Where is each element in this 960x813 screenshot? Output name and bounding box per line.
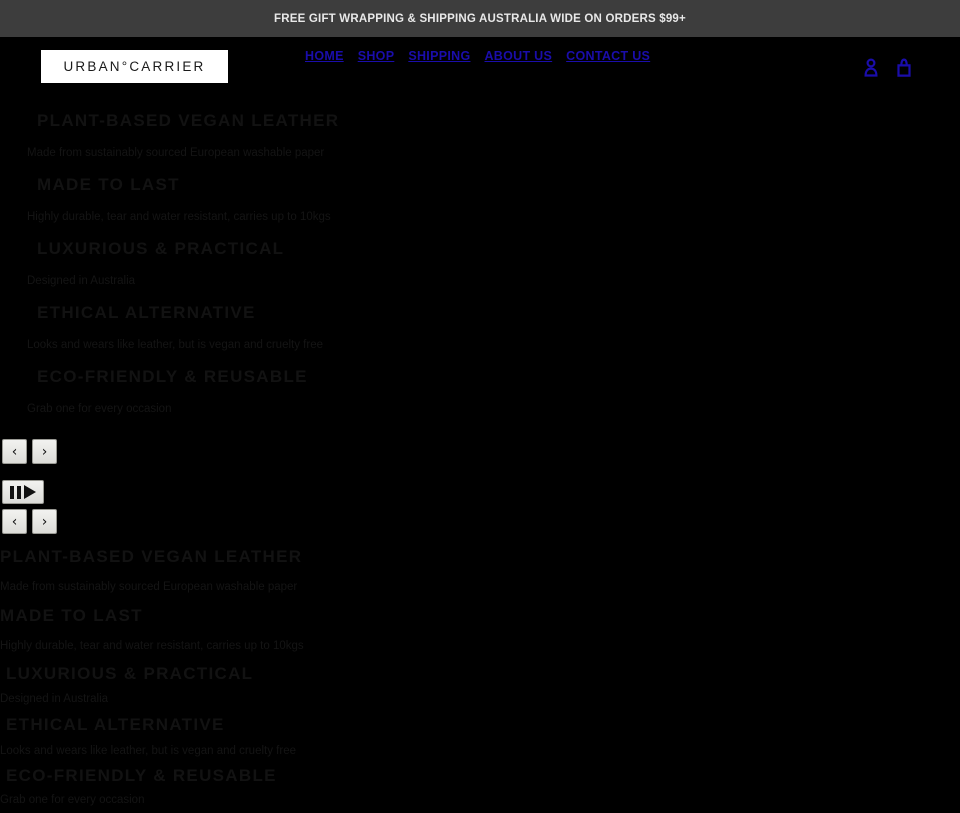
feature-item: Made from sustainably sourced European w… xyxy=(0,571,960,603)
feature-item: ECO-FRIENDLY & REUSABLE xyxy=(0,764,960,787)
nav-item-shipping[interactable]: SHIPPING xyxy=(408,49,470,63)
feature-slide-group-primary: PLANT-BASED VEGAN LEATHER Made from sust… xyxy=(0,105,960,425)
feature-item: ECO-FRIENDLY & REUSABLE xyxy=(0,361,960,392)
feature-heading: MADE TO LAST xyxy=(0,606,143,625)
feature-heading: PLANT-BASED VEGAN LEATHER xyxy=(37,110,340,130)
feature-item: LUXURIOUS & PRACTICAL xyxy=(0,233,960,264)
feature-item: PLANT-BASED VEGAN LEATHER xyxy=(0,543,960,571)
feature-item: Looks and wears like leather, but is veg… xyxy=(0,737,960,764)
feature-item: Made from sustainably sourced European w… xyxy=(0,136,960,169)
feature-item: Grab one for every occasion xyxy=(0,787,960,813)
account-icon[interactable] xyxy=(863,57,879,77)
feature-item: MADE TO LAST xyxy=(0,169,960,200)
nav-item-shop[interactable]: SHOP xyxy=(358,49,395,63)
feature-item: Highly durable, tear and water resistant… xyxy=(0,629,960,662)
feature-body: Designed in Australia xyxy=(0,693,109,705)
chevron-right-icon: › xyxy=(41,513,48,530)
nav-item-home[interactable]: HOME xyxy=(305,49,344,63)
nav-item-contact-us[interactable]: CONTACT US xyxy=(566,49,650,63)
chevron-left-icon: ‹ xyxy=(11,443,18,460)
feature-heading: ECO-FRIENDLY & REUSABLE xyxy=(6,765,277,785)
feature-body: Designed in Australia xyxy=(27,274,136,287)
feature-body: Made from sustainably sourced European w… xyxy=(0,581,298,593)
feature-heading: ECO-FRIENDLY & REUSABLE xyxy=(37,366,308,386)
header-icon-group xyxy=(863,57,912,77)
carousel-pause-play-button[interactable] xyxy=(2,480,44,504)
feature-body: Grab one for every occasion xyxy=(0,794,145,806)
carousel-controls-bottom: ‹ › xyxy=(2,509,960,534)
pause-icon xyxy=(10,485,14,499)
feature-body: Highly durable, tear and water resistant… xyxy=(27,210,331,223)
feature-heading: LUXURIOUS & PRACTICAL xyxy=(37,238,285,258)
feature-item: Highly durable, tear and water resistant… xyxy=(0,200,960,233)
carousel-next-button-secondary[interactable]: › xyxy=(32,509,57,534)
feature-heading: LUXURIOUS & PRACTICAL xyxy=(6,663,254,683)
announcement-text: FREE GIFT WRAPPING & SHIPPING AUSTRALIA … xyxy=(274,12,686,25)
feature-item: LUXURIOUS & PRACTICAL xyxy=(0,662,960,685)
feature-item: PLANT-BASED VEGAN LEATHER xyxy=(0,105,960,136)
cart-icon[interactable] xyxy=(896,57,912,77)
carousel-controls-top: ‹ › xyxy=(2,439,960,464)
feature-body: Looks and wears like leather, but is veg… xyxy=(27,338,323,351)
carousel-playback-controls xyxy=(2,480,960,504)
feature-heading: PLANT-BASED VEGAN LEATHER xyxy=(0,547,303,566)
play-icon xyxy=(24,485,36,499)
chevron-right-icon: › xyxy=(41,443,48,460)
site-logo-text: URBAN°CARRIER xyxy=(63,59,206,74)
feature-item: Designed in Australia xyxy=(0,264,960,297)
feature-item: ETHICAL ALTERNATIVE xyxy=(0,297,960,328)
site-logo[interactable]: URBAN°CARRIER xyxy=(41,50,228,83)
announcement-bar: FREE GIFT WRAPPING & SHIPPING AUSTRALIA … xyxy=(0,0,960,37)
carousel-next-button[interactable]: › xyxy=(32,439,57,464)
features-slideshow: PLANT-BASED VEGAN LEATHER Made from sust… xyxy=(0,105,960,813)
feature-item: Looks and wears like leather, but is veg… xyxy=(0,328,960,361)
feature-slide-group-secondary: PLANT-BASED VEGAN LEATHER Made from sust… xyxy=(0,543,960,813)
feature-item: MADE TO LAST xyxy=(0,603,960,629)
feature-body: Made from sustainably sourced European w… xyxy=(27,146,325,159)
feature-heading: ETHICAL ALTERNATIVE xyxy=(37,302,256,322)
feature-heading: MADE TO LAST xyxy=(37,174,180,194)
pause-icon-bar-2 xyxy=(17,485,21,499)
feature-item: Designed in Australia xyxy=(0,685,960,713)
carousel-previous-button[interactable]: ‹ xyxy=(2,439,27,464)
feature-item: ETHICAL ALTERNATIVE xyxy=(0,713,960,737)
carousel-previous-button-secondary[interactable]: ‹ xyxy=(2,509,27,534)
feature-body: Looks and wears like leather, but is veg… xyxy=(0,744,296,757)
main-navigation: HOME SHOP SHIPPING ABOUT US CONTACT US xyxy=(305,49,650,63)
feature-heading: ETHICAL ALTERNATIVE xyxy=(6,715,225,734)
feature-body: Highly durable, tear and water resistant… xyxy=(0,639,304,652)
feature-body: Grab one for every occasion xyxy=(27,402,172,415)
nav-item-about-us[interactable]: ABOUT US xyxy=(484,49,552,63)
site-header: URBAN°CARRIER HOME SHOP SHIPPING ABOUT U… xyxy=(0,37,960,99)
feature-item: Grab one for every occasion xyxy=(0,392,960,425)
chevron-left-icon: ‹ xyxy=(11,513,18,530)
